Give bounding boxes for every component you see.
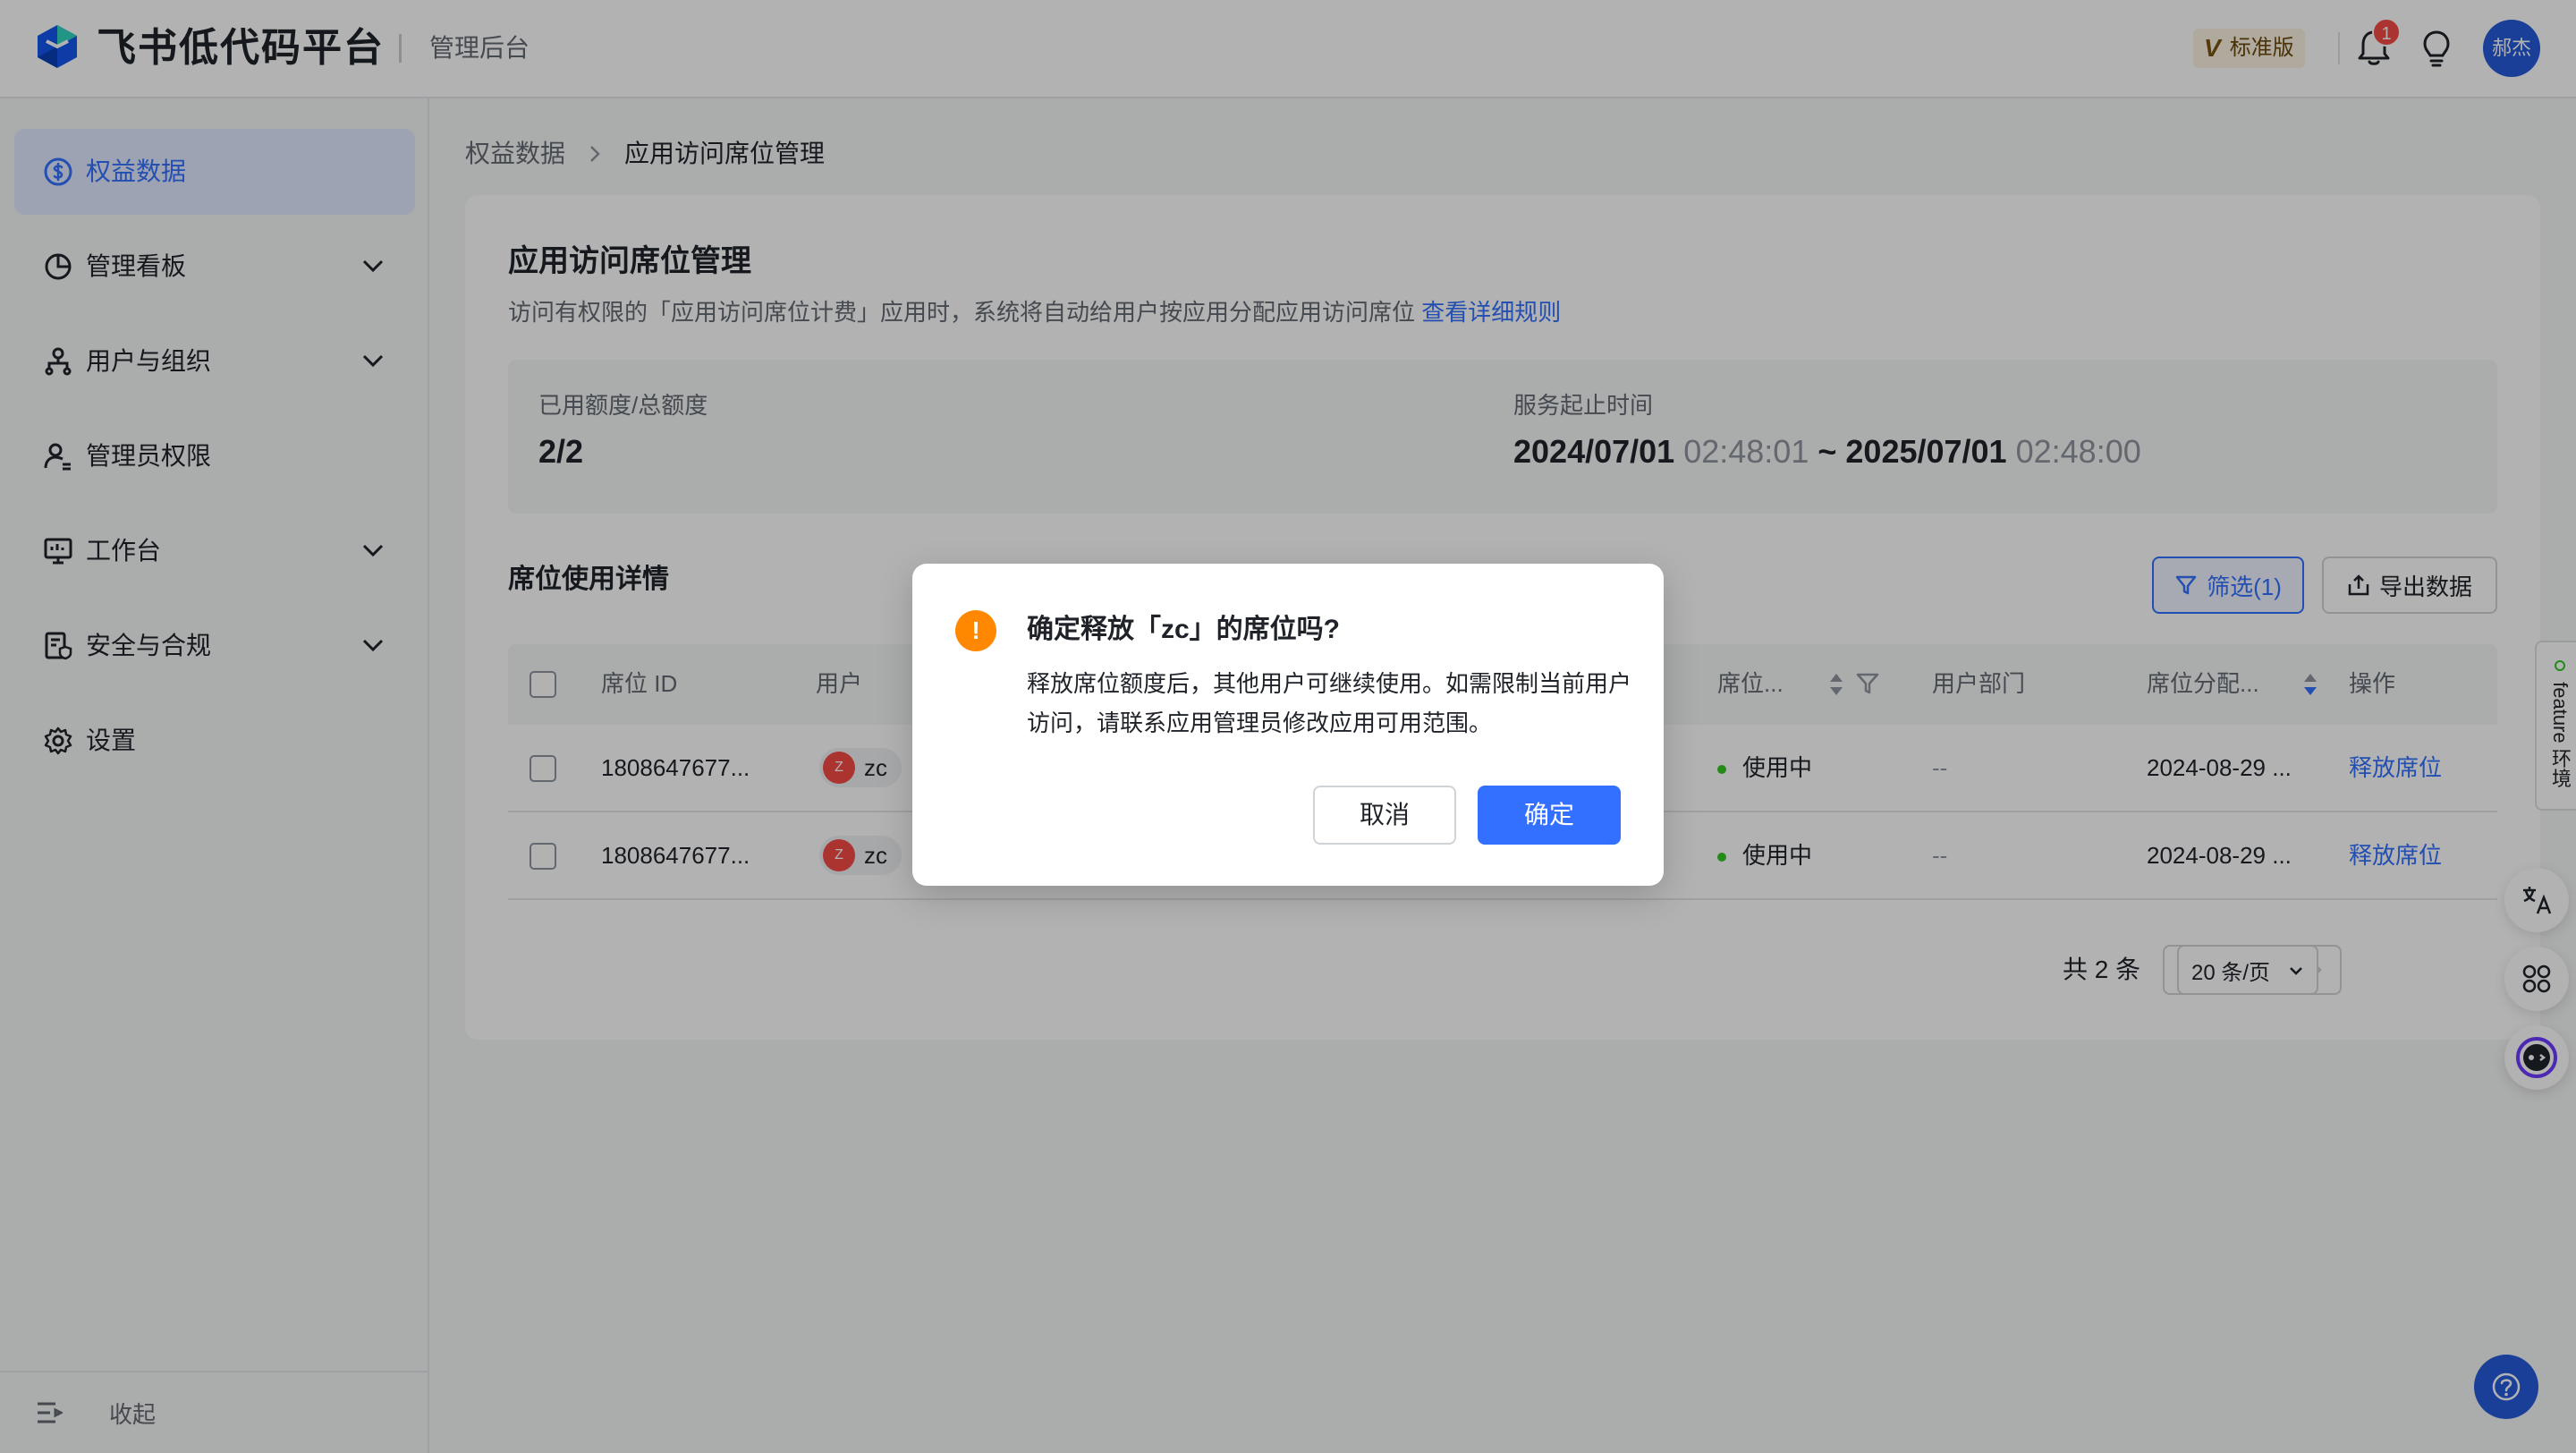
release-seat-dialog: ! 确定释放「zc」的席位吗? 释放席位额度后，其他用户可继续使用。如需限制当前…: [912, 564, 1664, 886]
dialog-title: 确定释放「zc」的席位吗?: [1027, 615, 1341, 644]
dialog-body: 释放席位额度后，其他用户可继续使用。如需限制当前用户访问，请联系应用管理员修改应…: [1027, 670, 1632, 736]
cancel-button[interactable]: 取消: [1313, 786, 1456, 845]
confirm-button[interactable]: 确定: [1478, 786, 1621, 845]
warning-icon: !: [955, 610, 996, 651]
